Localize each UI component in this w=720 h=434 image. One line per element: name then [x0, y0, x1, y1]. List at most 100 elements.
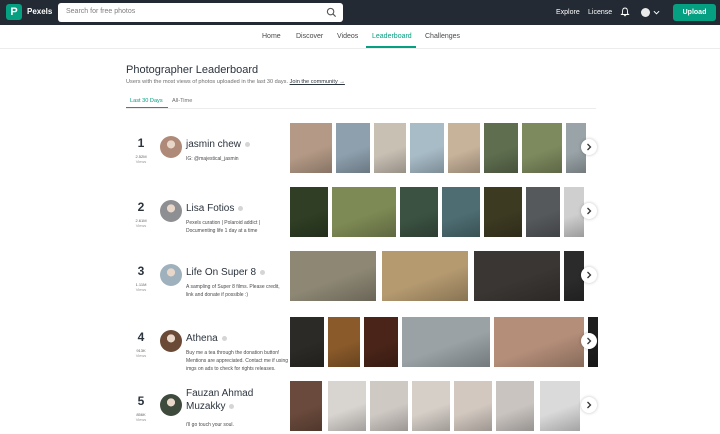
photo-thumbnail[interactable]	[474, 251, 560, 301]
rank-number: 2	[137, 200, 145, 214]
photographer-bio: Buy me a tea through the donation button…	[186, 350, 288, 372]
nav-explore-link[interactable]: Explore	[556, 9, 580, 16]
photographer-avatar[interactable]	[160, 394, 182, 416]
photographer-name-text[interactable]: Fauzan Ahmad Muzakky	[186, 388, 253, 412]
join-community-link[interactable]: Join the community →	[290, 79, 345, 85]
photo-thumbnail[interactable]	[364, 317, 398, 367]
photo-thumbnail[interactable]	[336, 123, 370, 173]
leaderboard-row: 2 2.61M Views Lisa Fotios Pexels curatio…	[126, 187, 598, 243]
photo-thumbnail[interactable]	[290, 381, 322, 431]
photographer-avatar[interactable]	[160, 264, 182, 286]
photographer-name-text[interactable]: Athena	[186, 333, 218, 344]
leaderboard-row: 4 913K Views Athena Buy me a tea through…	[126, 317, 598, 373]
photo-thumbnail[interactable]	[290, 187, 328, 237]
photo-thumbnail[interactable]	[374, 123, 406, 173]
photo-strip	[290, 123, 598, 173]
tab-divider	[126, 108, 596, 109]
photographer-name[interactable]: jasmin chew	[186, 139, 251, 150]
photo-strip	[290, 187, 598, 237]
views-label: Views	[135, 353, 147, 358]
photographer-avatar[interactable]	[160, 200, 182, 222]
scroll-right-button[interactable]	[581, 397, 597, 413]
photographer-name[interactable]: Fauzan Ahmad Muzakky	[186, 387, 286, 413]
photo-thumbnail[interactable]	[290, 317, 324, 367]
photo-thumbnail[interactable]	[494, 317, 584, 367]
search-input[interactable]: Search for free photos	[66, 8, 135, 15]
scroll-right-button[interactable]	[581, 203, 597, 219]
subtitle-text: Users with the most views of photos uplo…	[126, 79, 288, 85]
photo-thumbnail[interactable]	[412, 381, 450, 431]
page-title: Photographer Leaderboard	[126, 64, 259, 76]
scroll-right-button[interactable]	[581, 267, 597, 283]
photographer-name[interactable]: Lisa Fotios	[186, 203, 244, 214]
verified-badge-icon	[221, 335, 227, 341]
photo-strip	[290, 381, 598, 431]
photo-thumbnail[interactable]	[328, 381, 366, 431]
photo-thumbnail[interactable]	[402, 317, 490, 367]
photo-thumbnail[interactable]	[328, 317, 360, 367]
photo-thumbnail[interactable]	[496, 381, 534, 431]
photographer-name-text[interactable]: Life On Super 8	[186, 267, 256, 278]
scroll-right-button[interactable]	[581, 139, 597, 155]
tab-challenges[interactable]: Challenges	[425, 33, 460, 40]
pexels-logo-icon[interactable]: P	[6, 4, 22, 20]
photo-thumbnail[interactable]	[400, 187, 438, 237]
chevron-down-icon[interactable]	[653, 9, 660, 16]
rank-number: 4	[137, 330, 145, 344]
upload-button[interactable]: Upload	[673, 4, 716, 21]
photographer-bio: Pexels curation | Polaroid addict | Docu…	[186, 220, 261, 234]
photographer-bio: A sampling of Super 8 films. Please cred…	[186, 284, 280, 298]
photo-thumbnail[interactable]	[410, 123, 444, 173]
leaderboard-row: 3 1.11M Views Life On Super 8 A sampling…	[126, 251, 598, 307]
photo-thumbnail[interactable]	[290, 123, 332, 173]
chevron-right-icon	[587, 207, 592, 215]
bell-icon[interactable]	[620, 7, 630, 17]
views-label: Views	[135, 223, 147, 228]
photo-thumbnail[interactable]	[540, 381, 580, 431]
photographer-name[interactable]: Life On Super 8	[186, 267, 266, 278]
photo-thumbnail[interactable]	[522, 123, 562, 173]
tab-discover[interactable]: Discover	[296, 33, 323, 40]
leaderboard-row: 1 2.52M Views jasmin chew IG: @majestica…	[126, 123, 598, 179]
photographer-name[interactable]: Athena	[186, 333, 227, 344]
nav-license-link[interactable]: License	[588, 9, 612, 16]
photo-thumbnail[interactable]	[382, 251, 468, 301]
views-label: Views	[135, 287, 147, 292]
chevron-right-icon	[587, 337, 592, 345]
tab-all-time[interactable]: All-Time	[172, 98, 192, 104]
scroll-right-button[interactable]	[581, 333, 597, 349]
chevron-right-icon	[587, 143, 592, 151]
verified-badge-icon	[245, 141, 251, 147]
photo-thumbnail[interactable]	[370, 381, 408, 431]
views-label: Views	[135, 417, 147, 422]
photo-strip	[290, 317, 598, 367]
photographer-avatar[interactable]	[160, 330, 182, 352]
tab-videos[interactable]: Videos	[337, 33, 358, 40]
photo-thumbnail[interactable]	[484, 123, 518, 173]
photo-thumbnail[interactable]	[442, 187, 480, 237]
tab-home[interactable]: Home	[262, 33, 281, 40]
photo-thumbnail[interactable]	[454, 381, 492, 431]
rank-number: 5	[137, 394, 145, 408]
photo-strip	[290, 251, 598, 301]
tab-leaderboard[interactable]: Leaderboard	[372, 33, 412, 40]
photographer-name-text[interactable]: jasmin chew	[186, 139, 241, 150]
leaderboard-row: 5 856K Views Fauzan Ahmad Muzakky i'll g…	[126, 381, 598, 434]
photo-thumbnail[interactable]	[448, 123, 480, 173]
chevron-right-icon	[587, 401, 592, 409]
photographer-name-text[interactable]: Lisa Fotios	[186, 203, 234, 214]
search-bar[interactable]: Search for free photos	[58, 3, 343, 22]
brand-name[interactable]: Pexels	[27, 7, 52, 16]
user-avatar[interactable]	[641, 8, 650, 17]
photo-thumbnail[interactable]	[526, 187, 560, 237]
verified-badge-icon	[260, 269, 266, 275]
verified-badge-icon	[229, 403, 235, 409]
tab-last-30-days[interactable]: Last 30 Days	[130, 98, 163, 104]
photo-thumbnail[interactable]	[290, 251, 376, 301]
photographer-bio: i'll go touch your soul.	[186, 422, 234, 428]
photo-thumbnail[interactable]	[484, 187, 522, 237]
photographer-avatar[interactable]	[160, 136, 182, 158]
secondary-nav: Home Discover Videos Leaderboard Challen…	[0, 25, 720, 49]
search-icon[interactable]	[326, 7, 337, 18]
photo-thumbnail[interactable]	[332, 187, 396, 237]
